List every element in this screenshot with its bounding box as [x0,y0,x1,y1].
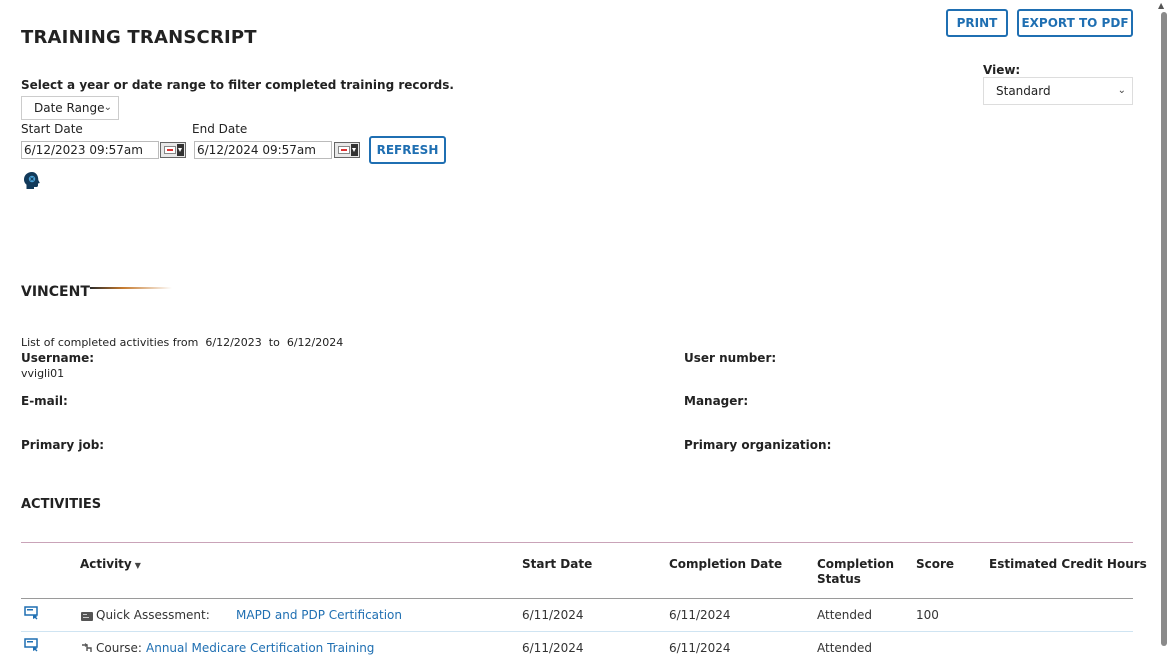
username-label: Username: [21,351,95,365]
row2-type: Course: [96,641,142,655]
sort-down-icon: ▼ [134,561,141,570]
scroll-up-icon[interactable]: ▲ [1158,1,1164,10]
view-details-icon[interactable] [24,606,40,620]
to-date: 6/12/2024 [286,336,344,349]
list-prefix: List of completed activities from [21,336,199,349]
row1-start-date: 6/11/2024 [522,608,584,622]
end-date-input[interactable]: 6/12/2024 09:57am [194,141,332,159]
col-start-date[interactable]: Start Date [522,557,592,571]
chevron-down-icon: ⌄ [1117,85,1126,96]
table-header-border [21,598,1133,599]
email-label: E-mail: [21,394,68,408]
course-icon [81,642,93,652]
row1-score: 100 [916,608,939,622]
col-completion-status-line2: Status [817,572,861,586]
user-number-label: User number: [684,351,777,365]
col-completion-date[interactable]: Completion Date [669,557,782,571]
row2-start-date: 6/11/2024 [522,641,584,655]
row1-activity-link[interactable]: MAPD and PDP Certification [236,608,402,622]
from-date: 6/12/2023 [205,336,262,349]
chevron-down-icon: ⌄ [103,102,112,113]
scrollbar-thumb[interactable] [1161,12,1167,646]
row1-type: Quick Assessment: [96,608,210,622]
col-completion-status[interactable]: Completion Status [817,557,894,587]
filter-instruction: Select a year or date range to filter co… [21,78,454,92]
view-select-value: Standard [996,84,1051,98]
primary-org-label: Primary organization: [684,438,832,452]
end-calendar-icon[interactable] [334,142,360,158]
range-select[interactable]: Date Range ⌄ [21,96,119,120]
username-value: vvigli01 [21,367,65,380]
start-date-input[interactable]: 6/12/2023 09:57am [21,141,159,159]
to-word: to [268,336,280,349]
row2-completion-date: 6/11/2024 [669,641,731,655]
col-score[interactable]: Score [916,557,954,571]
col-activity[interactable]: Activity ▼ [80,557,141,571]
row-separator [21,631,1133,632]
row1-completion-date: 6/11/2024 [669,608,731,622]
head-profile-icon[interactable] [23,171,43,191]
page-title: TRAINING TRANSCRIPT [21,27,257,48]
table-top-border [21,542,1133,543]
export-pdf-button[interactable]: EXPORT TO PDF [1017,9,1133,37]
range-select-value: Date Range [34,101,105,115]
row1-status: Attended [817,608,873,622]
completed-range-text: List of completed activities from 6/12/2… [21,336,343,349]
col-completion-status-line1: Completion [817,557,895,571]
end-date-label: End Date [192,122,248,136]
view-label: View: [983,63,1021,77]
print-button[interactable]: PRINT [946,9,1008,37]
user-name: VINCENT [21,284,90,300]
assessment-icon [81,610,93,621]
col-activity-label: Activity [80,557,132,571]
view-details-icon[interactable] [24,638,40,652]
name-divider [90,287,172,289]
start-calendar-icon[interactable] [160,142,186,158]
row2-status: Attended [817,641,873,655]
row2-activity-link[interactable]: Annual Medicare Certification Training [146,641,374,655]
primary-job-label: Primary job: [21,438,105,452]
refresh-button[interactable]: REFRESH [369,136,446,164]
start-date-label: Start Date [21,122,83,136]
manager-label: Manager: [684,394,749,408]
activities-heading: ACTIVITIES [21,497,102,512]
view-select[interactable]: Standard ⌄ [983,77,1133,105]
col-credit-hours[interactable]: Estimated Credit Hours [989,557,1147,571]
